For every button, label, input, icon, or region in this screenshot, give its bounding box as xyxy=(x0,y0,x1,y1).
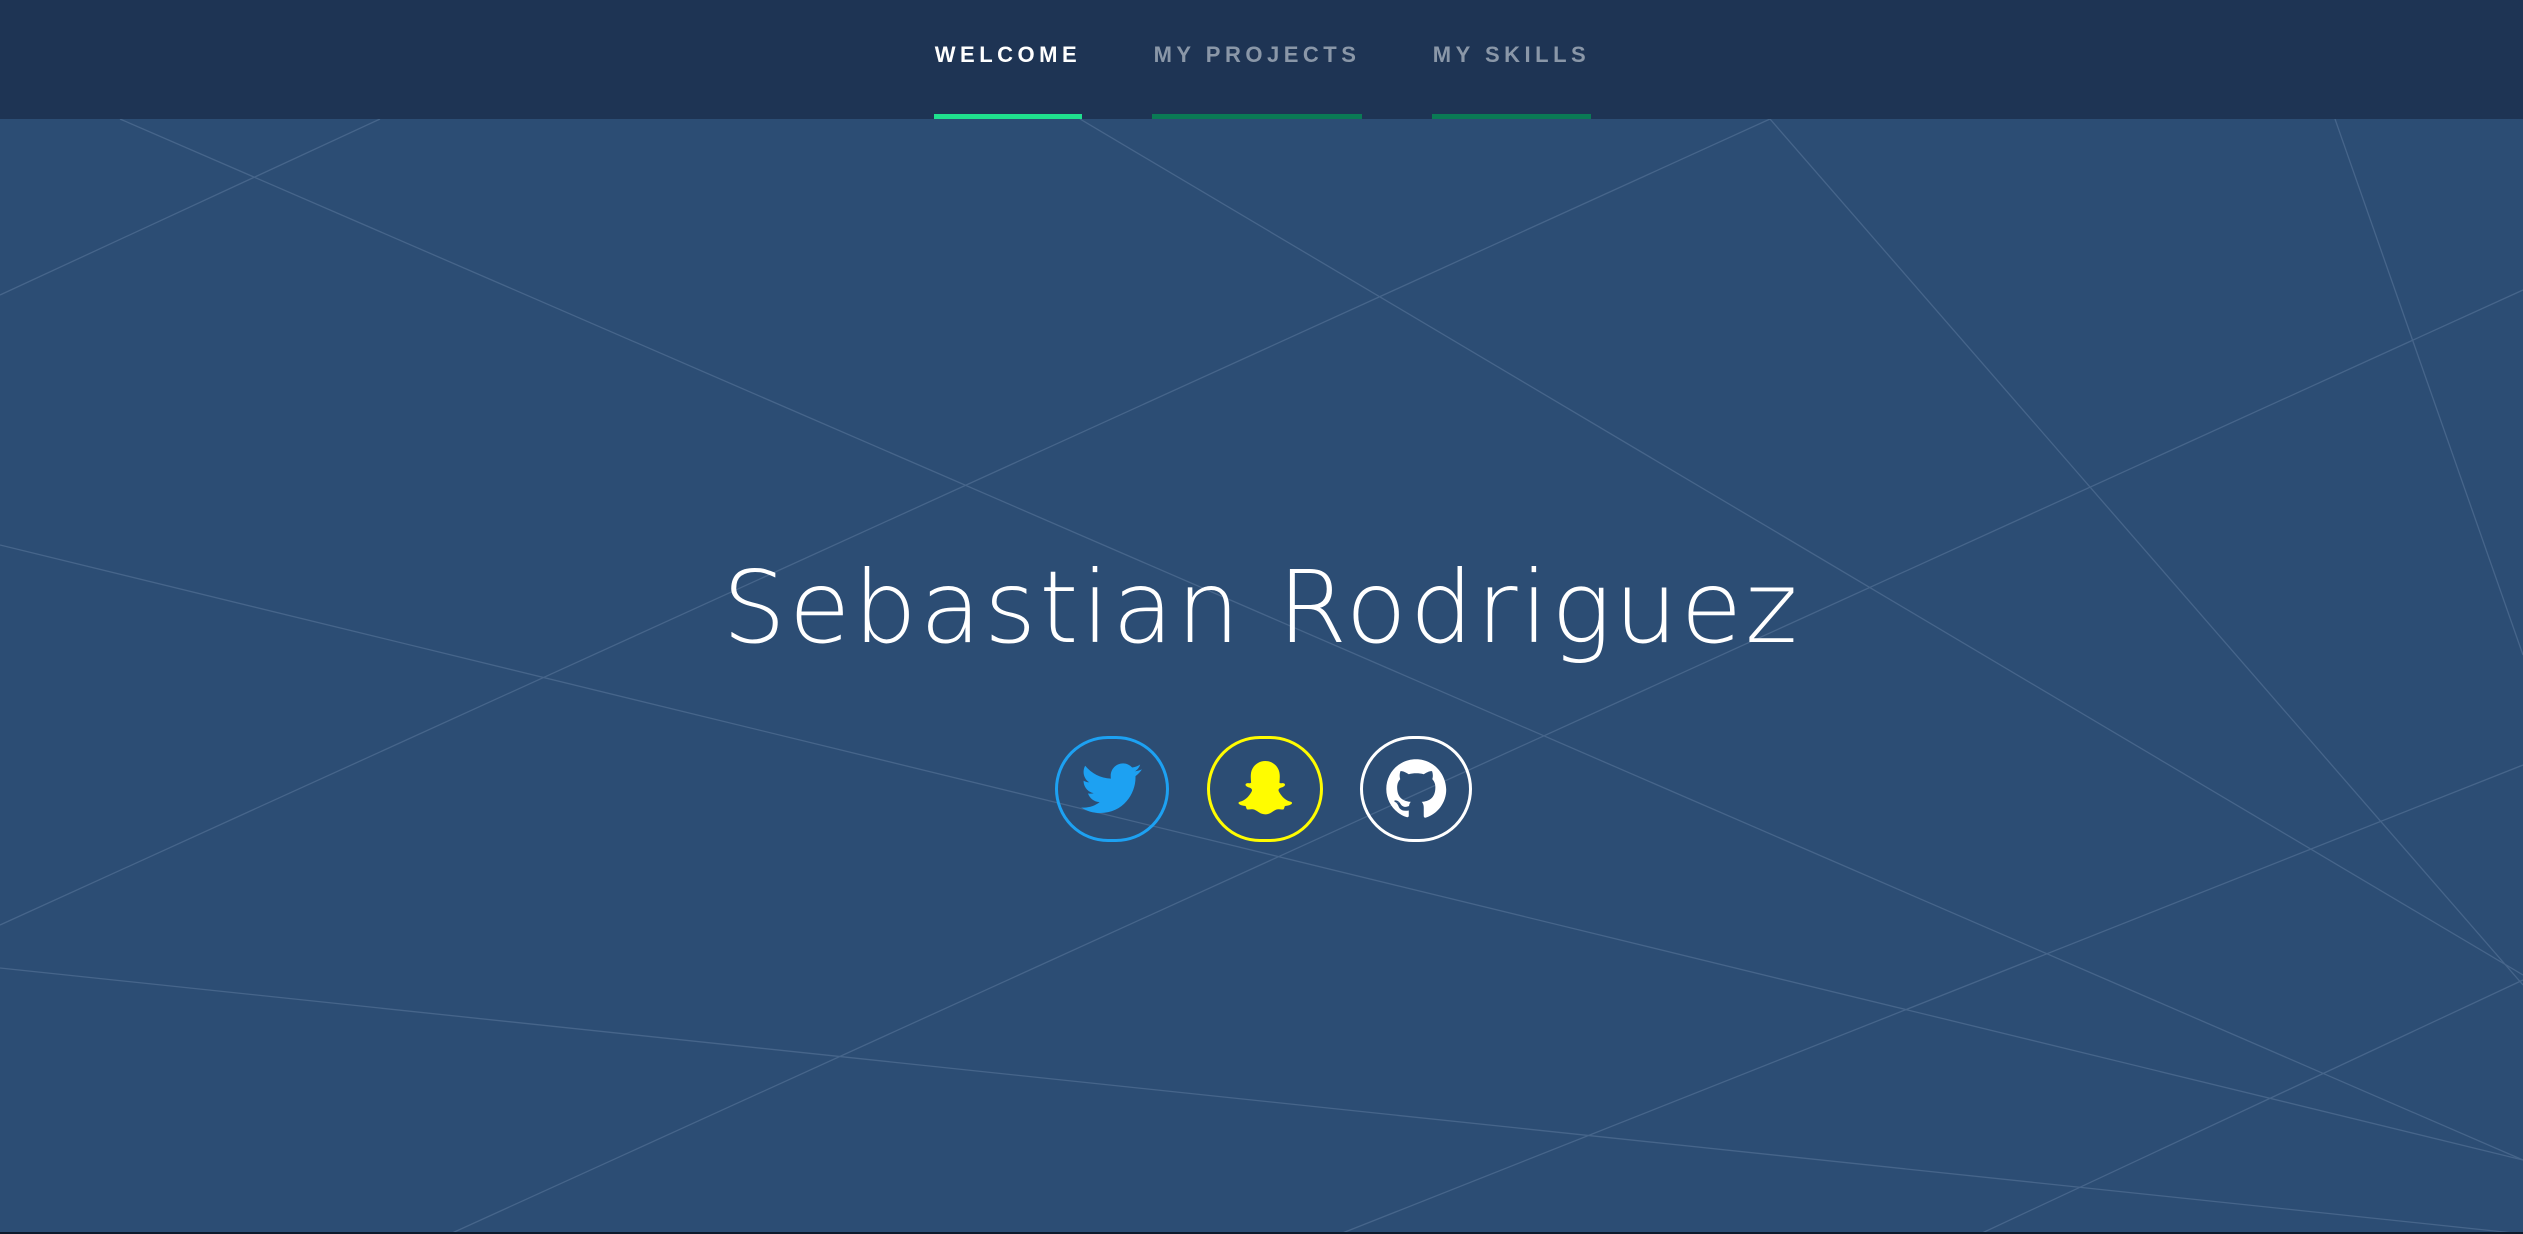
background-lines xyxy=(0,119,2523,1234)
github-icon xyxy=(1386,759,1447,818)
tab-my-projects-label: MY PROJECTS xyxy=(1153,42,1361,67)
twitter-button[interactable] xyxy=(1055,736,1169,842)
github-button[interactable] xyxy=(1360,736,1472,842)
hero-name: Sebastian Rodriguez xyxy=(722,549,1801,666)
tab-my-projects-underline xyxy=(1152,114,1362,119)
tab-my-skills[interactable]: MY SKILLS xyxy=(1432,0,1591,119)
tab-my-skills-underline xyxy=(1432,114,1591,119)
snapchat-icon xyxy=(1238,761,1293,815)
tab-my-projects[interactable]: MY PROJECTS xyxy=(1152,0,1362,119)
tab-welcome[interactable]: WELCOME xyxy=(934,0,1082,119)
tab-welcome-label: WELCOME xyxy=(934,42,1082,67)
page: WELCOME MY PROJECTS MY SKILLS Sebastian … xyxy=(0,0,2523,1234)
top-navbar: WELCOME MY PROJECTS MY SKILLS xyxy=(0,0,2523,119)
tab-welcome-underline xyxy=(934,114,1082,119)
twitter-icon xyxy=(1081,763,1142,814)
tab-my-skills-label: MY SKILLS xyxy=(1432,42,1591,67)
snapchat-button[interactable] xyxy=(1207,736,1323,842)
